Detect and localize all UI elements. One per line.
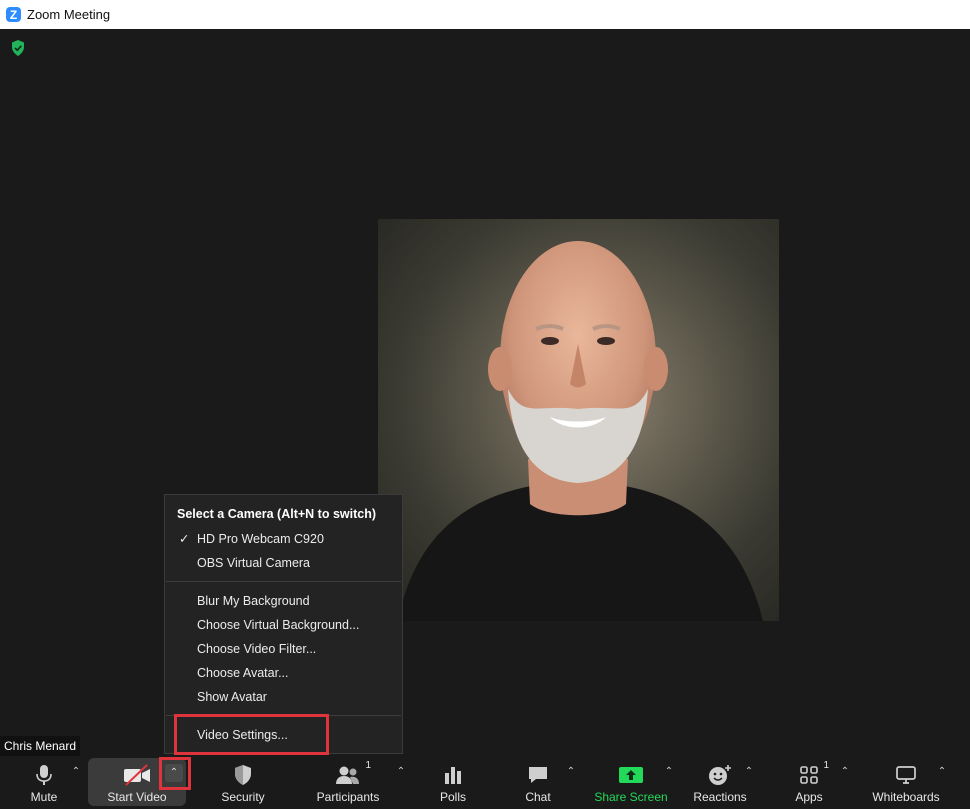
chat-icon xyxy=(527,764,549,786)
apps-chevron-up-icon[interactable]: ⌃ xyxy=(839,766,851,778)
share-screen-label: Share Screen xyxy=(594,790,668,804)
menu-item-video-filter[interactable]: Choose Video Filter... xyxy=(197,639,316,659)
participants-button[interactable]: 1 Participants xyxy=(315,758,381,809)
checkmark-icon: ✓ xyxy=(179,532,190,546)
camera-option-hd-pro-webcam[interactable]: ✓ HD Pro Webcam C920 xyxy=(179,529,324,549)
camera-option-obs-virtual[interactable]: OBS Virtual Camera xyxy=(197,553,310,573)
start-video-label: Start Video xyxy=(107,790,167,804)
menu-item-virtual-background[interactable]: Choose Virtual Background... xyxy=(197,615,359,635)
whiteboards-label: Whiteboards xyxy=(872,790,940,804)
menu-item-show-avatar[interactable]: Show Avatar xyxy=(197,687,267,707)
video-settings-highlight-box xyxy=(174,714,329,755)
participants-count: 1 xyxy=(365,760,371,771)
camera-menu-header: Select a Camera (Alt+N to switch) xyxy=(177,507,377,521)
apps-button[interactable]: 1 Apps xyxy=(793,758,829,809)
participants-chevron-up-icon[interactable]: ⌃ xyxy=(395,766,407,778)
share-screen-icon xyxy=(618,764,644,786)
participant-name-tag: Chris Menard xyxy=(0,736,81,756)
zoom-logo-icon: Z xyxy=(6,7,21,22)
audio-options-chevron-up-icon[interactable]: ⌃ xyxy=(70,766,82,778)
participant-video[interactable] xyxy=(378,219,779,621)
security-shield-icon xyxy=(234,764,252,786)
video-off-icon xyxy=(123,764,151,786)
whiteboards-chevron-up-icon[interactable]: ⌃ xyxy=(936,766,948,778)
polls-button[interactable]: Polls xyxy=(436,758,470,809)
menu-item-choose-avatar[interactable]: Choose Avatar... xyxy=(197,663,289,683)
shield-check-icon[interactable] xyxy=(11,40,25,56)
share-screen-button[interactable]: Share Screen xyxy=(594,758,668,809)
apps-icon: 1 xyxy=(799,760,829,786)
meeting-toolbar: Mute ⌃ Start Video ⌃ Security 1 Particip… xyxy=(0,758,970,809)
reactions-button[interactable]: Reactions xyxy=(692,758,748,809)
video-options-highlight-box xyxy=(159,757,191,790)
apps-label: Apps xyxy=(795,790,823,804)
reactions-chevron-up-icon[interactable]: ⌃ xyxy=(743,766,755,778)
window-titlebar: Z Zoom Meeting xyxy=(0,0,970,29)
whiteboards-icon xyxy=(895,764,917,786)
camera-option-label: HD Pro Webcam C920 xyxy=(197,532,324,546)
reactions-icon xyxy=(708,764,732,786)
mute-label: Mute xyxy=(30,790,58,804)
polls-label: Polls xyxy=(439,790,466,804)
chat-button[interactable]: Chat xyxy=(522,758,554,809)
reactions-label: Reactions xyxy=(693,790,747,804)
mute-button[interactable]: Mute xyxy=(24,758,64,809)
security-button[interactable]: Security xyxy=(215,758,271,809)
share-screen-chevron-up-icon[interactable]: ⌃ xyxy=(663,766,675,778)
menu-item-blur-background[interactable]: Blur My Background xyxy=(197,591,310,611)
polls-icon xyxy=(443,764,463,786)
meeting-area: Chris Menard xyxy=(0,29,970,758)
menu-divider xyxy=(166,581,401,582)
participants-label: Participants xyxy=(316,790,380,804)
participants-icon: 1 xyxy=(335,760,371,786)
camera-option-label: OBS Virtual Camera xyxy=(197,556,311,570)
security-label: Security xyxy=(221,790,265,804)
participant-photo xyxy=(398,241,763,621)
apps-count: 1 xyxy=(823,760,829,771)
whiteboards-button[interactable]: Whiteboards xyxy=(870,758,942,809)
microphone-icon xyxy=(36,764,52,786)
window-title: Zoom Meeting xyxy=(27,7,111,22)
chat-chevron-up-icon[interactable]: ⌃ xyxy=(565,766,577,778)
chat-label: Chat xyxy=(525,790,551,804)
